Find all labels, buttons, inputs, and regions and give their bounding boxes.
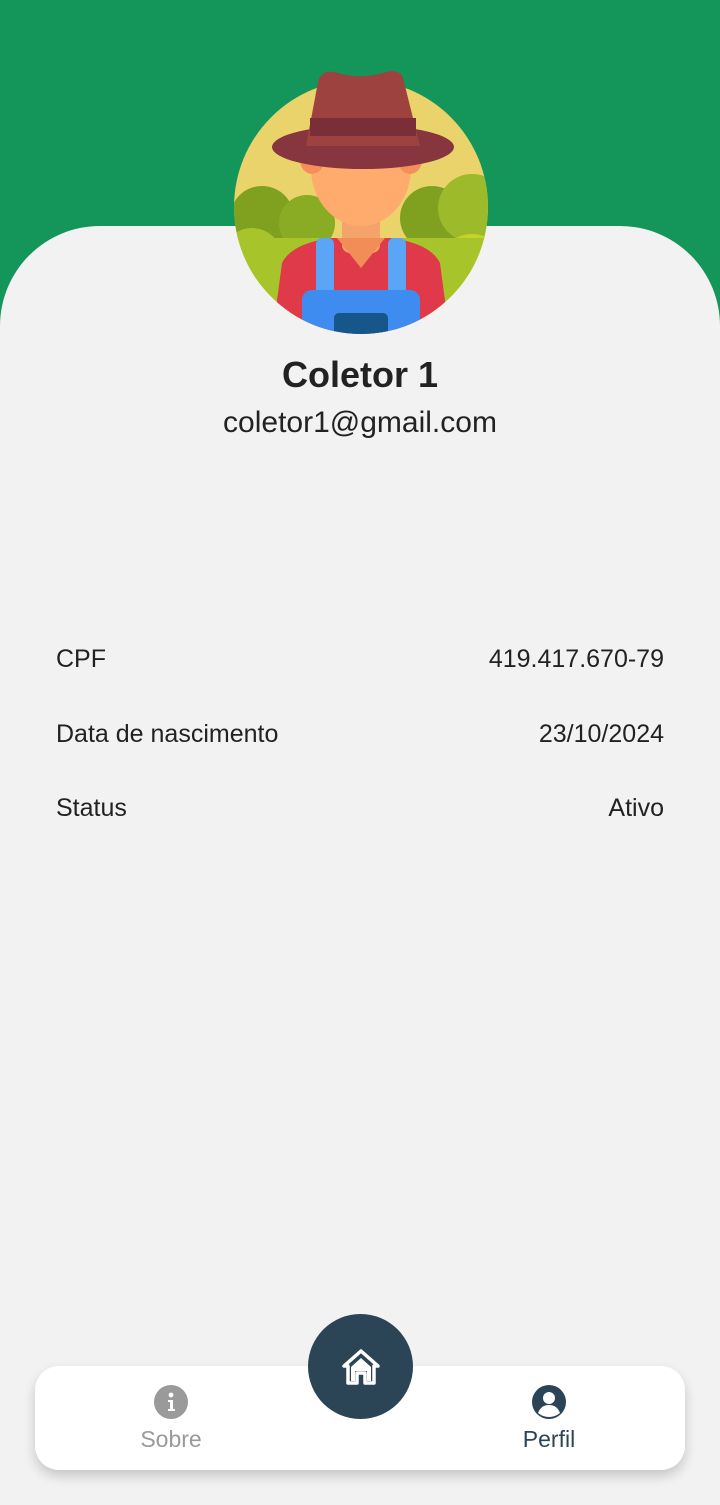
cpf-label: CPF [56, 644, 106, 673]
farmer-avatar-icon [234, 71, 488, 334]
profile-email: coletor1@gmail.com [223, 406, 497, 439]
nav-item-profile[interactable]: Perfil [479, 1384, 619, 1464]
status-value: Ativo [608, 793, 664, 822]
info-row-cpf: CPF 419.417.670-79 [56, 641, 664, 677]
info-icon [154, 1385, 188, 1419]
birth-date-value: 23/10/2024 [538, 719, 664, 748]
birth-date-label: Data de nascimento [56, 719, 279, 748]
profile-name: Coletor 1 [281, 354, 439, 395]
home-button[interactable] [308, 1314, 413, 1419]
user-circle-icon [532, 1385, 566, 1419]
profile-screen: Coletor 1 coletor1@gmail.com CPF 419.417… [0, 0, 720, 1505]
cpf-value: 419.417.670-79 [488, 644, 664, 673]
nav-profile-label: Perfil [522, 1426, 576, 1452]
nav-item-about[interactable]: Sobre [101, 1384, 241, 1464]
status-label: Status [56, 793, 127, 822]
info-row-status: Status Ativo [56, 790, 664, 826]
info-row-birth-date: Data de nascimento 23/10/2024 [56, 716, 664, 752]
home-icon [341, 1348, 380, 1385]
nav-about-label: Sobre [140, 1426, 202, 1452]
